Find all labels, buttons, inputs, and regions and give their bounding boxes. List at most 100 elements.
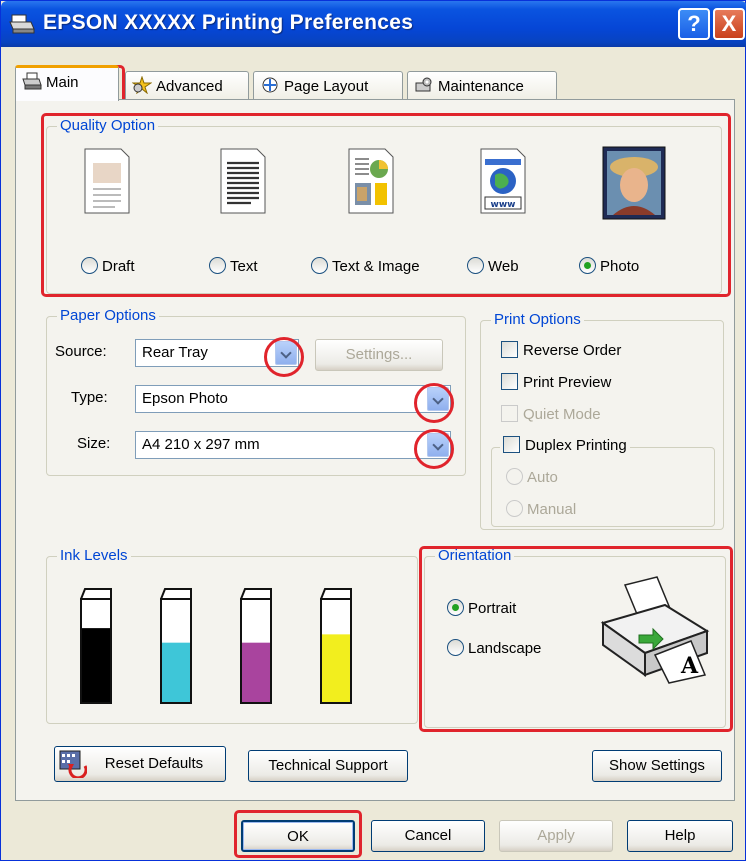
reverse-order-label: Reverse Order bbox=[523, 342, 622, 359]
landscape-radio[interactable] bbox=[447, 639, 464, 656]
ink-level-gauges bbox=[80, 588, 352, 704]
tab-maintenance-label: Maintenance bbox=[438, 78, 524, 95]
draft-document-icon bbox=[84, 148, 130, 214]
source-value: Rear Tray bbox=[142, 344, 208, 361]
manual-label: Manual bbox=[527, 501, 577, 518]
tab-advanced-label: Advanced bbox=[156, 78, 223, 95]
portrait-option[interactable]: Portrait bbox=[447, 599, 516, 617]
printer-icon bbox=[22, 72, 42, 90]
chevron-down-icon[interactable] bbox=[427, 387, 449, 411]
manual-radio bbox=[506, 500, 523, 517]
settings-button[interactable]: Settings... bbox=[315, 339, 443, 371]
draft-label: Draft bbox=[102, 258, 135, 275]
tab-advanced[interactable]: Advanced bbox=[125, 71, 249, 99]
size-dropdown[interactable]: A4 210 x 297 mm bbox=[135, 431, 451, 459]
title-bar[interactable]: EPSON XXXXX Printing Preferences ? X bbox=[1, 1, 746, 47]
web-radio[interactable] bbox=[467, 257, 484, 274]
cancel-button[interactable]: Cancel bbox=[371, 820, 485, 852]
help-icon: ? bbox=[687, 11, 701, 36]
orientation-legend: Orientation bbox=[435, 547, 515, 564]
quality-option-group: Quality Option www Draft Text Text & Ima… bbox=[46, 117, 722, 294]
close-button[interactable]: X bbox=[713, 8, 745, 40]
quiet-mode-checkbox bbox=[501, 405, 518, 422]
quiet-mode-label: Quiet Mode bbox=[523, 406, 601, 423]
photo-radio[interactable] bbox=[579, 257, 596, 274]
tab-main[interactable]: Main bbox=[15, 65, 119, 101]
draft-radio[interactable] bbox=[81, 257, 98, 274]
help-button[interactable]: Help bbox=[627, 820, 733, 852]
layout-icon bbox=[262, 77, 278, 93]
reset-defaults-label: Reset Defaults bbox=[104, 755, 204, 772]
web-option[interactable]: Web bbox=[467, 257, 519, 275]
show-settings-button[interactable]: Show Settings bbox=[592, 750, 722, 782]
cyan-ink-cartridge bbox=[160, 588, 192, 704]
chevron-down-icon[interactable] bbox=[275, 341, 297, 365]
text-document-icon bbox=[220, 148, 266, 214]
svg-text:A: A bbox=[680, 653, 699, 679]
duplex-printing-checkbox[interactable] bbox=[503, 436, 520, 453]
draft-option[interactable]: Draft bbox=[81, 257, 135, 275]
star-settings-icon bbox=[132, 76, 152, 94]
duplex-printing-label: Duplex Printing bbox=[525, 437, 627, 454]
magenta-ink-level-bar bbox=[242, 642, 270, 702]
printing-preferences-dialog: EPSON XXXXX Printing Preferences ? X Mai… bbox=[0, 0, 746, 861]
size-value: A4 210 x 297 mm bbox=[142, 436, 260, 453]
reverse-order-option[interactable]: Reverse Order bbox=[501, 341, 621, 359]
text-radio[interactable] bbox=[209, 257, 226, 274]
paper-options-group: Paper Options Source: Rear Tray Settings… bbox=[46, 307, 466, 476]
chevron-down-icon[interactable] bbox=[427, 433, 449, 457]
auto-label: Auto bbox=[527, 469, 558, 486]
text-option[interactable]: Text bbox=[209, 257, 258, 275]
tab-main-label: Main bbox=[46, 74, 79, 91]
print-preview-label: Print Preview bbox=[523, 374, 612, 391]
tab-page-layout[interactable]: Page Layout bbox=[253, 71, 403, 99]
auto-option: Auto bbox=[506, 468, 558, 486]
text-image-option[interactable]: Text & Image bbox=[311, 257, 420, 275]
type-dropdown[interactable]: Epson Photo bbox=[135, 385, 451, 413]
text-image-radio[interactable] bbox=[311, 257, 328, 274]
manual-option: Manual bbox=[506, 500, 576, 518]
photo-label: Photo bbox=[600, 258, 640, 275]
maintenance-icon bbox=[415, 77, 432, 92]
window-title: EPSON XXXXX Printing Preferences bbox=[43, 11, 414, 34]
tab-page-layout-label: Page Layout bbox=[284, 78, 369, 95]
landscape-label: Landscape bbox=[468, 640, 542, 657]
paper-options-legend: Paper Options bbox=[57, 307, 159, 324]
ink-levels-group: Ink Levels bbox=[46, 547, 418, 724]
svg-text:www: www bbox=[491, 200, 516, 210]
reset-defaults-button[interactable]: Reset Defaults bbox=[54, 746, 226, 782]
duplex-printing-group: Duplex Printing Auto Manual bbox=[491, 436, 715, 527]
reset-defaults-icon bbox=[59, 750, 87, 778]
help-title-button[interactable]: ? bbox=[678, 8, 710, 40]
reverse-order-checkbox[interactable] bbox=[501, 341, 518, 358]
close-icon: X bbox=[721, 11, 737, 36]
portrait-printer-icon: A bbox=[600, 576, 710, 684]
portrait-label: Portrait bbox=[468, 600, 517, 617]
print-options-group: Print Options Reverse Order Print Previe… bbox=[480, 311, 724, 530]
print-preview-checkbox[interactable] bbox=[501, 373, 518, 390]
yellow-ink-cartridge bbox=[320, 588, 352, 704]
photo-option[interactable]: Photo bbox=[579, 257, 639, 275]
ink-levels-legend: Ink Levels bbox=[57, 547, 131, 564]
black-ink-level-bar bbox=[82, 628, 110, 702]
print-preview-option[interactable]: Print Preview bbox=[501, 373, 611, 391]
tab-maintenance[interactable]: Maintenance bbox=[407, 71, 557, 99]
technical-support-button[interactable]: Technical Support bbox=[248, 750, 408, 782]
main-tab-panel: Quality Option www Draft Text Text & Ima… bbox=[15, 99, 735, 801]
orientation-group: Orientation Portrait Landscape A bbox=[424, 547, 726, 728]
text-label: Text bbox=[230, 258, 258, 275]
apply-button[interactable]: Apply bbox=[499, 820, 613, 852]
quiet-mode-option: Quiet Mode bbox=[501, 405, 601, 423]
quality-option-legend: Quality Option bbox=[57, 117, 159, 134]
type-value: Epson Photo bbox=[142, 390, 228, 407]
source-dropdown[interactable]: Rear Tray bbox=[135, 339, 299, 367]
duplex-printing-option[interactable]: Duplex Printing bbox=[500, 436, 630, 454]
type-label: Type: bbox=[71, 389, 108, 406]
landscape-option[interactable]: Landscape bbox=[447, 639, 541, 657]
photo-document-icon bbox=[602, 146, 666, 220]
auto-radio bbox=[506, 468, 523, 485]
source-label: Source: bbox=[55, 343, 107, 360]
text-image-label: Text & Image bbox=[332, 258, 420, 275]
portrait-radio[interactable] bbox=[447, 599, 464, 616]
ok-button[interactable]: OK bbox=[241, 820, 355, 852]
